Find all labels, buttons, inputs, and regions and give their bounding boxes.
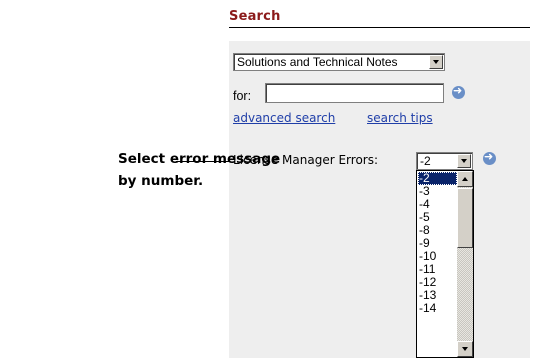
dropdown-option[interactable]: -14 — [418, 302, 457, 315]
title-divider — [229, 27, 530, 28]
license-error-dropdown-list[interactable]: -2 -3 -4 -5 -8 -9 -10 -11 -12 -13 -14 — [416, 170, 474, 358]
search-tips-link[interactable]: search tips — [367, 111, 433, 125]
search-input[interactable] — [265, 83, 444, 103]
license-error-select-value: -2 — [420, 154, 431, 168]
license-manager-errors-label: License Manager Errors: — [233, 153, 379, 167]
scroll-up-icon[interactable] — [457, 171, 473, 187]
category-select[interactable]: Solutions and Technical Notes — [233, 53, 445, 71]
advanced-search-link[interactable]: advanced search — [233, 111, 335, 125]
license-error-select[interactable]: -2 — [416, 152, 473, 170]
go-arrow-icon[interactable] — [452, 84, 465, 99]
chevron-down-icon[interactable] — [429, 55, 443, 69]
for-label: for: — [233, 89, 252, 103]
category-select-value: Solutions and Technical Notes — [237, 55, 398, 69]
dropdown-scrollbar[interactable] — [457, 171, 473, 357]
scroll-thumb[interactable] — [457, 188, 473, 248]
annotation-line-2: by number. — [118, 173, 204, 189]
search-title: Search — [229, 9, 281, 24]
annotation-leader-line — [176, 161, 229, 162]
chevron-down-icon[interactable] — [457, 154, 471, 168]
scroll-down-icon[interactable] — [457, 341, 473, 357]
go-arrow-icon[interactable] — [483, 150, 496, 165]
